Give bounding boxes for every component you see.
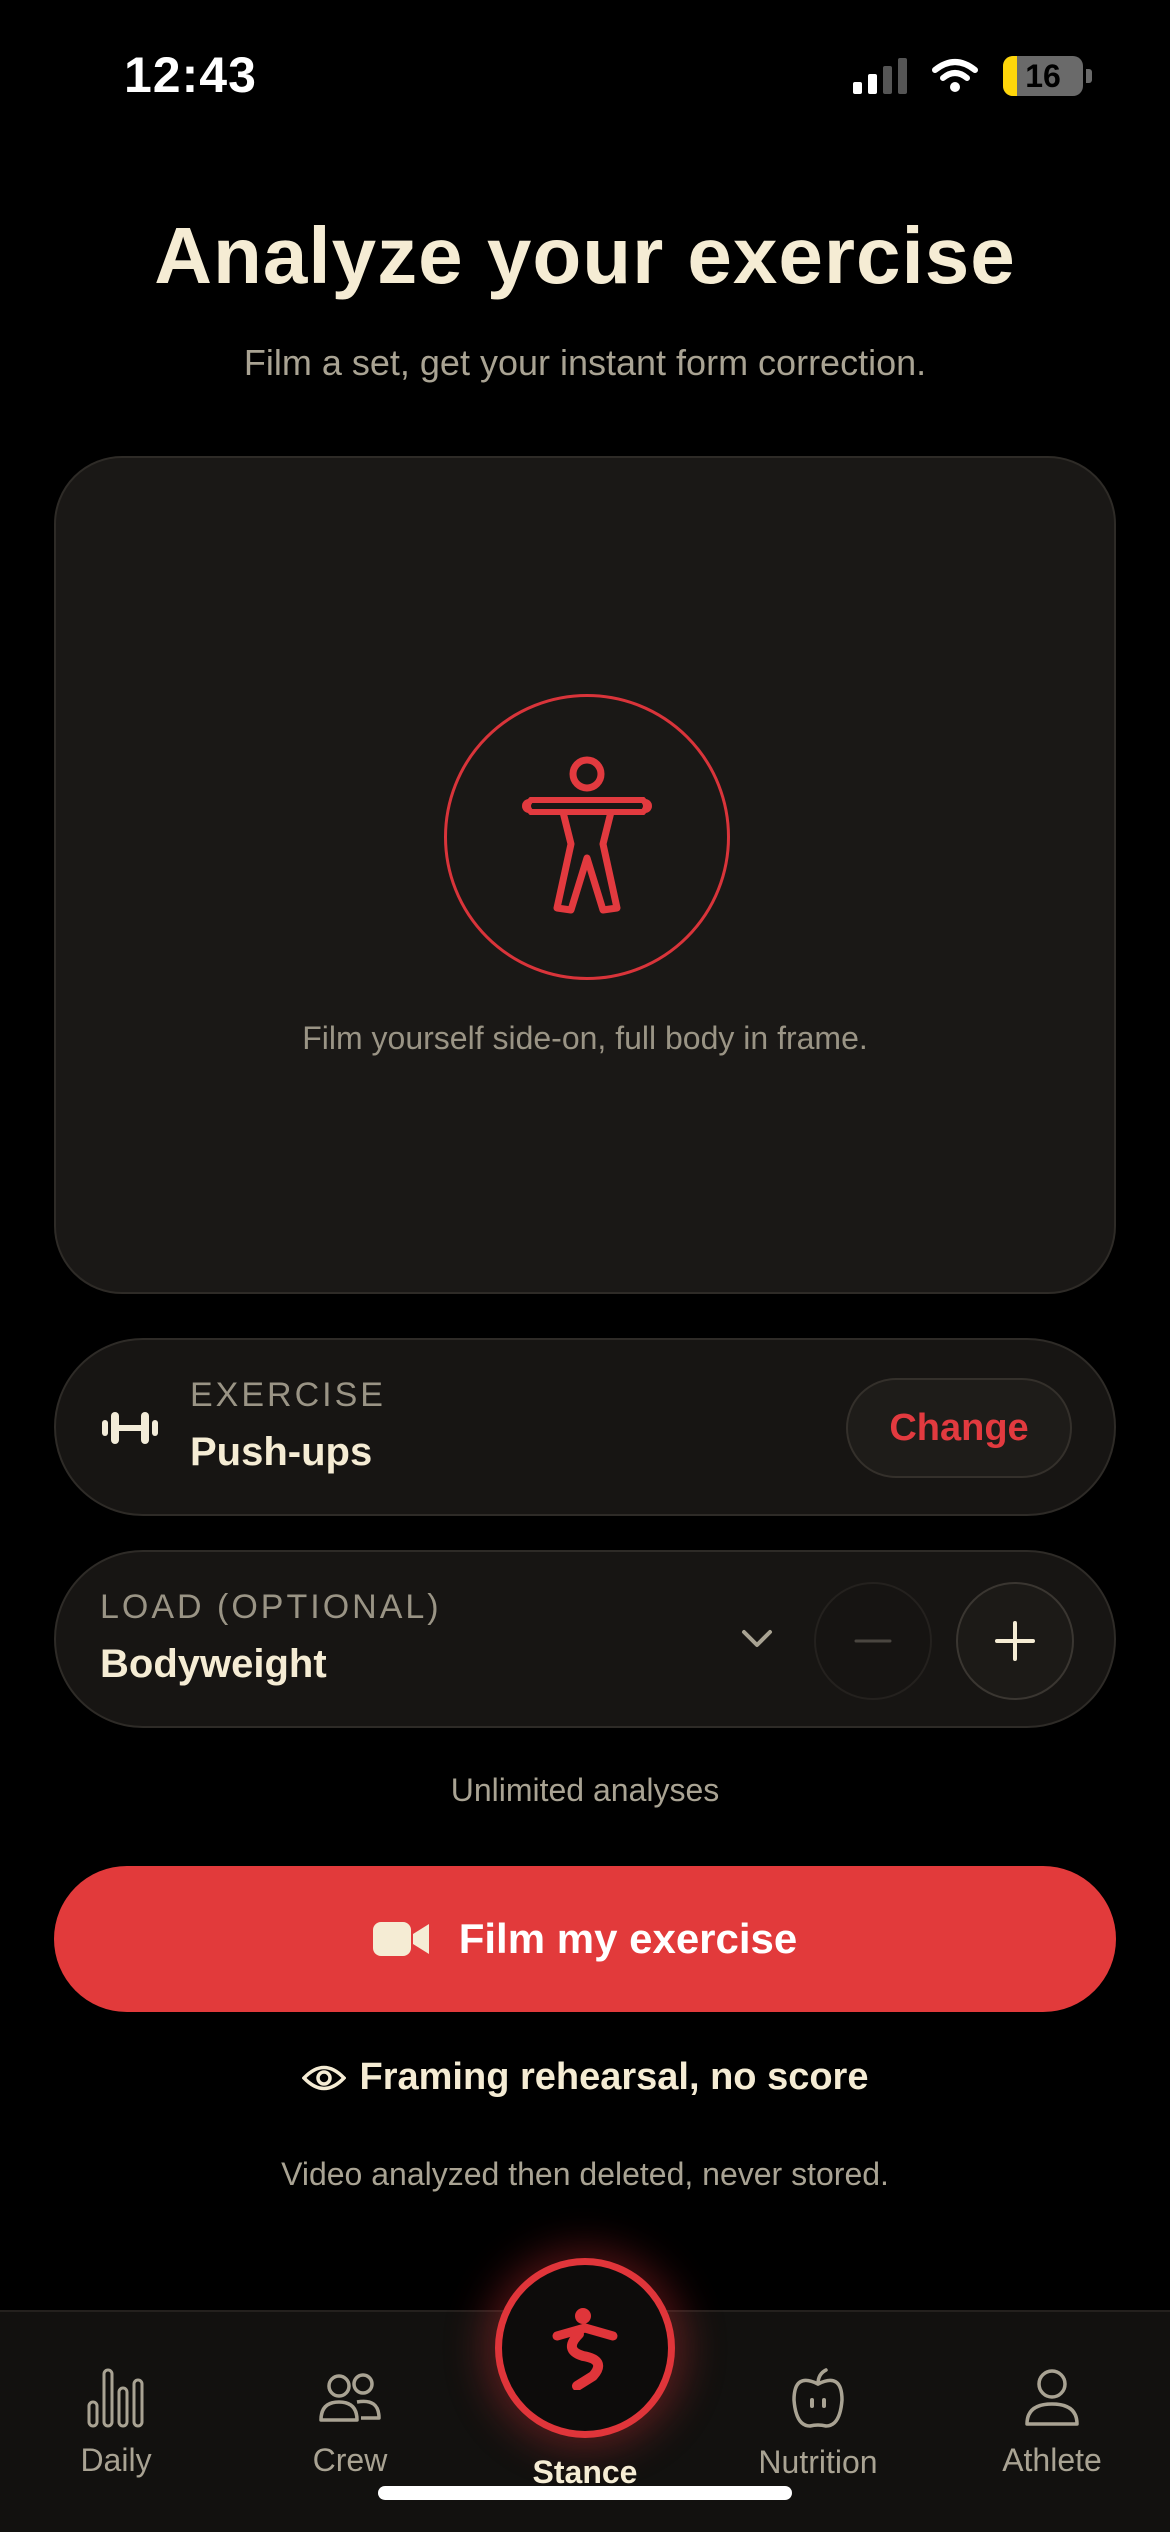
battery-icon: 16 [1003,56,1092,96]
change-exercise-button[interactable]: Change [846,1378,1072,1478]
page-title: Analyze your exercise [154,211,1016,300]
film-exercise-button[interactable]: Film my exercise [54,1866,1116,2012]
exercise-card[interactable]: EXERCISE Push-ups Change [54,1338,1116,1516]
apple-icon [792,2368,844,2428]
people-icon [319,2373,381,2422]
tab-stance[interactable]: Stance [485,2258,685,2491]
load-card: LOAD (OPTIONAL) Bodyweight [54,1550,1116,1728]
tab-label: Crew [312,2442,388,2478]
tab-athlete[interactable]: Athlete [952,2366,1152,2479]
rehearsal-label: Framing rehearsal, no score [359,2056,869,2098]
exercise-value: Push-ups [190,1430,373,1474]
increase-load-button[interactable] [956,1582,1074,1700]
tab-nutrition[interactable]: Nutrition [718,2366,918,2481]
minus-icon [854,1639,892,1643]
video-camera-icon [372,1922,429,1956]
load-label: LOAD (OPTIONAL) [100,1588,442,1626]
plus-icon [995,1621,1035,1661]
body-figure-icon [522,756,652,914]
status-icons: 16 [853,56,1092,96]
tab-label: Nutrition [758,2444,878,2480]
framing-rehearsal-link[interactable]: Framing rehearsal, no score [0,2056,1170,2099]
stance-logo-icon [552,2308,618,2390]
dumbbell-icon [102,1412,158,1444]
chevron-down-icon[interactable] [736,1618,778,1660]
status-time: 12:43 [124,47,257,103]
battery-level: 16 [1025,57,1061,94]
load-value[interactable]: Bodyweight [100,1642,327,1687]
decrease-load-button[interactable] [814,1582,932,1700]
cellular-signal-icon [853,58,907,94]
person-icon [1025,2369,1079,2426]
tab-label: Athlete [1002,2442,1102,2478]
bar-chart-icon [87,2368,144,2428]
analyses-note: Unlimited analyses [450,1772,720,1808]
home-indicator[interactable] [378,2486,792,2500]
body-figure-badge [444,694,730,980]
eye-icon [301,2065,346,2090]
status-bar: 12:43 16 [0,0,1170,150]
stance-button[interactable] [495,2258,675,2438]
camera-hint: Film yourself side-on, full body in fram… [302,1020,868,1056]
privacy-note: Video analyzed then deleted, never store… [281,2156,889,2192]
wifi-icon [932,59,978,92]
exercise-label: EXERCISE [190,1376,386,1414]
film-button-label: Film my exercise [458,1915,798,1962]
tab-daily[interactable]: Daily [16,2366,216,2479]
page-subtitle: Film a set, get your instant form correc… [243,342,927,383]
camera-preview-panel[interactable]: Film yourself side-on, full body in fram… [54,456,1116,1294]
tab-label: Daily [80,2442,152,2478]
tab-crew[interactable]: Crew [250,2366,450,2479]
